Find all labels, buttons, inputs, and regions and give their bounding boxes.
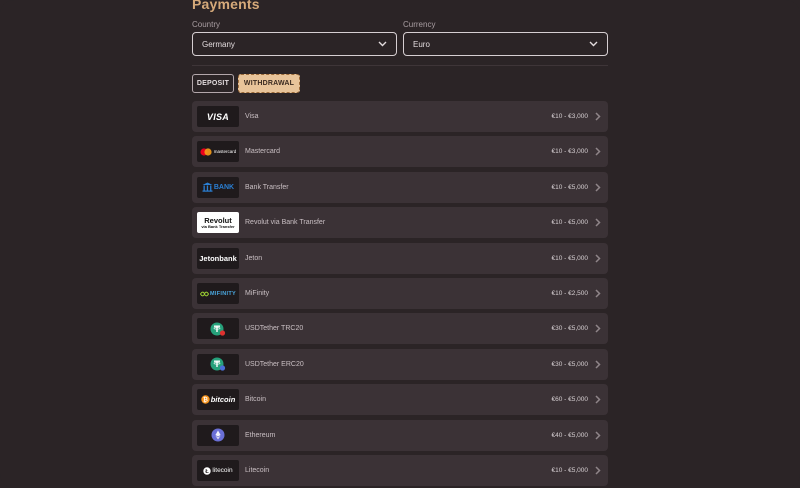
method-range: €10 - €5,000 <box>551 183 588 191</box>
chevron-right-icon <box>594 147 602 157</box>
mastercard-logo-text: mastercard <box>213 149 237 155</box>
visa-logo-text: VISA <box>206 111 230 122</box>
jeton-logo-text: Jetonbank <box>199 253 237 263</box>
payment-row-litecoin[interactable]: Ł litecoin Litecoin €10 - €5,000 <box>192 455 608 486</box>
mifinity-logo: MIFINITY <box>197 283 239 304</box>
svg-text:₿: ₿ <box>203 397 208 404</box>
page-title: Payments <box>192 0 260 12</box>
chevron-down-icon <box>377 39 387 49</box>
country-select[interactable]: Germany <box>192 32 397 56</box>
method-name: Bank Transfer <box>245 183 289 191</box>
method-range: €30 - €5,000 <box>551 325 588 333</box>
method-name: Mastercard <box>245 148 281 156</box>
chevron-right-icon <box>594 359 602 369</box>
usdt-trc20-logo <box>197 318 239 340</box>
method-range: €10 - €3,000 <box>551 148 588 156</box>
revolut-logo-text: Revolut <box>204 215 232 225</box>
country-value: Germany <box>202 39 235 49</box>
currency-select[interactable]: Euro <box>403 32 608 56</box>
litecoin-logo: Ł litecoin <box>197 460 239 481</box>
tab-deposit[interactable]: DEPOSIT <box>192 74 234 93</box>
revolut-logo-subtext: via Bank Transfer <box>201 223 235 229</box>
currency-label: Currency <box>403 20 436 29</box>
payment-row-bank-transfer[interactable]: BANK Bank Transfer €10 - €5,000 <box>192 171 608 203</box>
method-range: €10 - €2,500 <box>551 290 588 297</box>
bitcoin-logo: ₿ bitcoin <box>197 389 239 411</box>
litecoin-logo-text: litecoin <box>212 467 233 474</box>
payment-row-ethereum[interactable]: Ethereum €40 - €5,000 <box>192 419 608 451</box>
payment-row-mastercard[interactable]: mastercard Mastercard €10 - €3,000 <box>192 136 608 168</box>
method-name: Revolut via Bank Transfer <box>245 219 326 227</box>
method-range: €10 - €3,000 <box>551 113 588 120</box>
payment-row-usdt-erc20[interactable]: USDTether ERC20 €30 - €5,000 <box>192 348 608 380</box>
method-name: Bitcoin <box>245 396 267 404</box>
method-name: MiFinity <box>245 290 270 297</box>
method-range: €10 - €5,000 <box>551 219 588 227</box>
chevron-right-icon <box>594 466 602 476</box>
payment-row-mifinity[interactable]: MIFINITY MiFinity €10 - €2,500 <box>192 278 608 309</box>
method-range: €10 - €5,000 <box>551 467 588 474</box>
payment-row-usdt-trc20[interactable]: USDTether TRC20 €30 - €5,000 <box>192 313 608 345</box>
bank-logo-text: BANK <box>213 183 235 191</box>
chevron-right-icon <box>594 112 602 122</box>
chevron-right-icon <box>594 289 602 299</box>
payment-row-jeton[interactable]: Jetonbank Jeton €10 - €5,000 <box>192 242 608 274</box>
country-label: Country <box>192 20 221 29</box>
usdt-erc20-logo <box>197 353 239 375</box>
chevron-right-icon <box>594 395 602 405</box>
method-range: €60 - €5,000 <box>551 396 588 404</box>
chevron-right-icon <box>594 430 602 440</box>
method-range: €40 - €5,000 <box>551 431 588 439</box>
visa-logo: VISA <box>197 106 239 127</box>
currency-value: Euro <box>413 39 430 49</box>
tab-withdrawal[interactable]: WITHDRAWAL <box>238 74 300 93</box>
method-name: Ethereum <box>245 431 276 439</box>
chevron-right-icon <box>594 253 602 263</box>
chevron-down-icon <box>588 39 598 49</box>
method-range: €10 - €5,000 <box>551 254 588 262</box>
bank-transfer-logo: BANK <box>197 176 239 198</box>
mifinity-logo-text: MIFINITY <box>210 290 236 297</box>
jeton-logo: Jetonbank <box>197 247 239 269</box>
chevron-right-icon <box>594 324 602 334</box>
method-name: USDTether TRC20 <box>245 325 304 333</box>
method-name: Visa <box>245 113 259 120</box>
payment-row-bitcoin[interactable]: ₿ bitcoin Bitcoin €60 - €5,000 <box>192 384 608 416</box>
chevron-right-icon <box>594 182 602 192</box>
method-name: Litecoin <box>245 467 270 474</box>
method-name: Jeton <box>245 254 263 262</box>
mastercard-logo: mastercard <box>197 141 239 163</box>
payment-row-revolut[interactable]: Revolut via Bank Transfer Revolut via Ba… <box>192 207 608 239</box>
app-frame: Payments Country Germany Currency Euro D… <box>0 0 800 488</box>
payment-row-visa[interactable]: VISA Visa €10 - €3,000 <box>192 101 608 132</box>
divider <box>192 65 608 66</box>
bitcoin-logo-text: bitcoin <box>210 395 236 405</box>
ethereum-logo <box>197 424 239 446</box>
method-name: USDTether ERC20 <box>245 360 304 368</box>
chevron-right-icon <box>594 218 602 228</box>
revolut-logo: Revolut via Bank Transfer <box>197 212 239 234</box>
method-range: €30 - €5,000 <box>551 360 588 368</box>
